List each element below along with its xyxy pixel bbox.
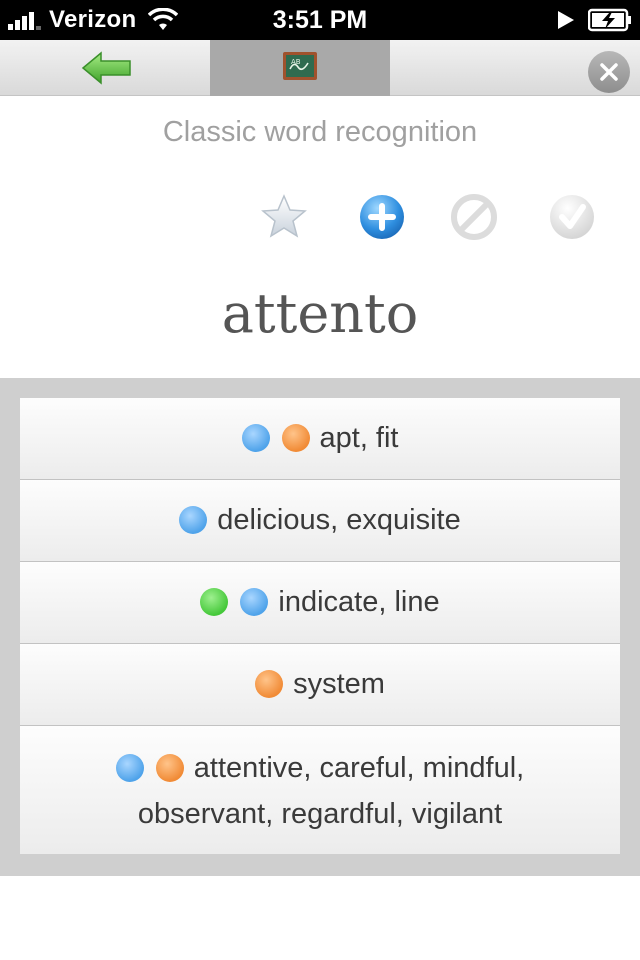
blue-dot-icon bbox=[241, 424, 270, 452]
answer-line: delicious, exquisite bbox=[20, 480, 620, 560]
answer-text: system bbox=[293, 667, 385, 700]
answers-panel: apt, fit delicious, exquisite indicate, … bbox=[0, 378, 640, 876]
answer-text: attentive, careful, mindful, bbox=[193, 751, 525, 784]
orange-dot-icon bbox=[281, 424, 310, 452]
toolbar: AB bbox=[0, 40, 640, 96]
chalkboard-icon: AB bbox=[283, 52, 317, 80]
blue-dot-icon bbox=[240, 588, 269, 616]
green-dot-icon bbox=[200, 588, 229, 616]
answer-text: indicate, line bbox=[278, 585, 440, 618]
answer-dots bbox=[115, 754, 184, 782]
orange-dot-icon bbox=[255, 670, 284, 698]
answer-text: delicious, exquisite bbox=[217, 503, 461, 536]
answer-dots bbox=[241, 424, 310, 452]
quiz-word: attento bbox=[221, 282, 419, 345]
battery-charging-icon bbox=[588, 8, 631, 32]
answer-text: apt, fit bbox=[319, 421, 399, 454]
answer-line: apt, fit bbox=[20, 398, 620, 478]
status-bar: Verizon 3:51 PM bbox=[0, 0, 640, 40]
blue-dot-icon bbox=[115, 754, 144, 782]
check-icon[interactable] bbox=[547, 192, 597, 242]
block-icon[interactable] bbox=[449, 192, 499, 242]
answer-dots bbox=[179, 506, 208, 534]
mode-title: Classic word recognition bbox=[162, 116, 478, 148]
answer-text-continued: observant, regardful, vigilant bbox=[137, 798, 503, 830]
plus-icon[interactable] bbox=[357, 192, 407, 242]
play-icon bbox=[558, 11, 574, 29]
clock: 3:51 PM bbox=[272, 6, 368, 34]
answer-option[interactable]: system bbox=[20, 644, 620, 726]
answer-dots bbox=[255, 670, 284, 698]
answer-line: indicate, line bbox=[20, 562, 620, 642]
answer-dots bbox=[200, 588, 269, 616]
answer-line: attentive, careful, mindful, bbox=[20, 726, 620, 786]
toolbar-center-tab[interactable]: AB bbox=[210, 40, 390, 96]
orange-dot-icon bbox=[155, 754, 184, 782]
back-arrow-icon[interactable] bbox=[80, 50, 134, 86]
answer-option[interactable]: apt, fit bbox=[20, 398, 620, 480]
answer-line: system bbox=[20, 644, 620, 724]
status-right bbox=[556, 6, 632, 34]
close-icon bbox=[600, 63, 618, 81]
blue-dot-icon bbox=[179, 506, 208, 534]
answer-option[interactable]: attentive, careful, mindful, observant, … bbox=[20, 726, 620, 854]
close-button[interactable] bbox=[588, 51, 630, 93]
svg-text:AB: AB bbox=[291, 58, 301, 66]
answer-option[interactable]: indicate, line bbox=[20, 562, 620, 644]
answer-option[interactable]: delicious, exquisite bbox=[20, 480, 620, 562]
star-icon[interactable] bbox=[259, 192, 309, 242]
